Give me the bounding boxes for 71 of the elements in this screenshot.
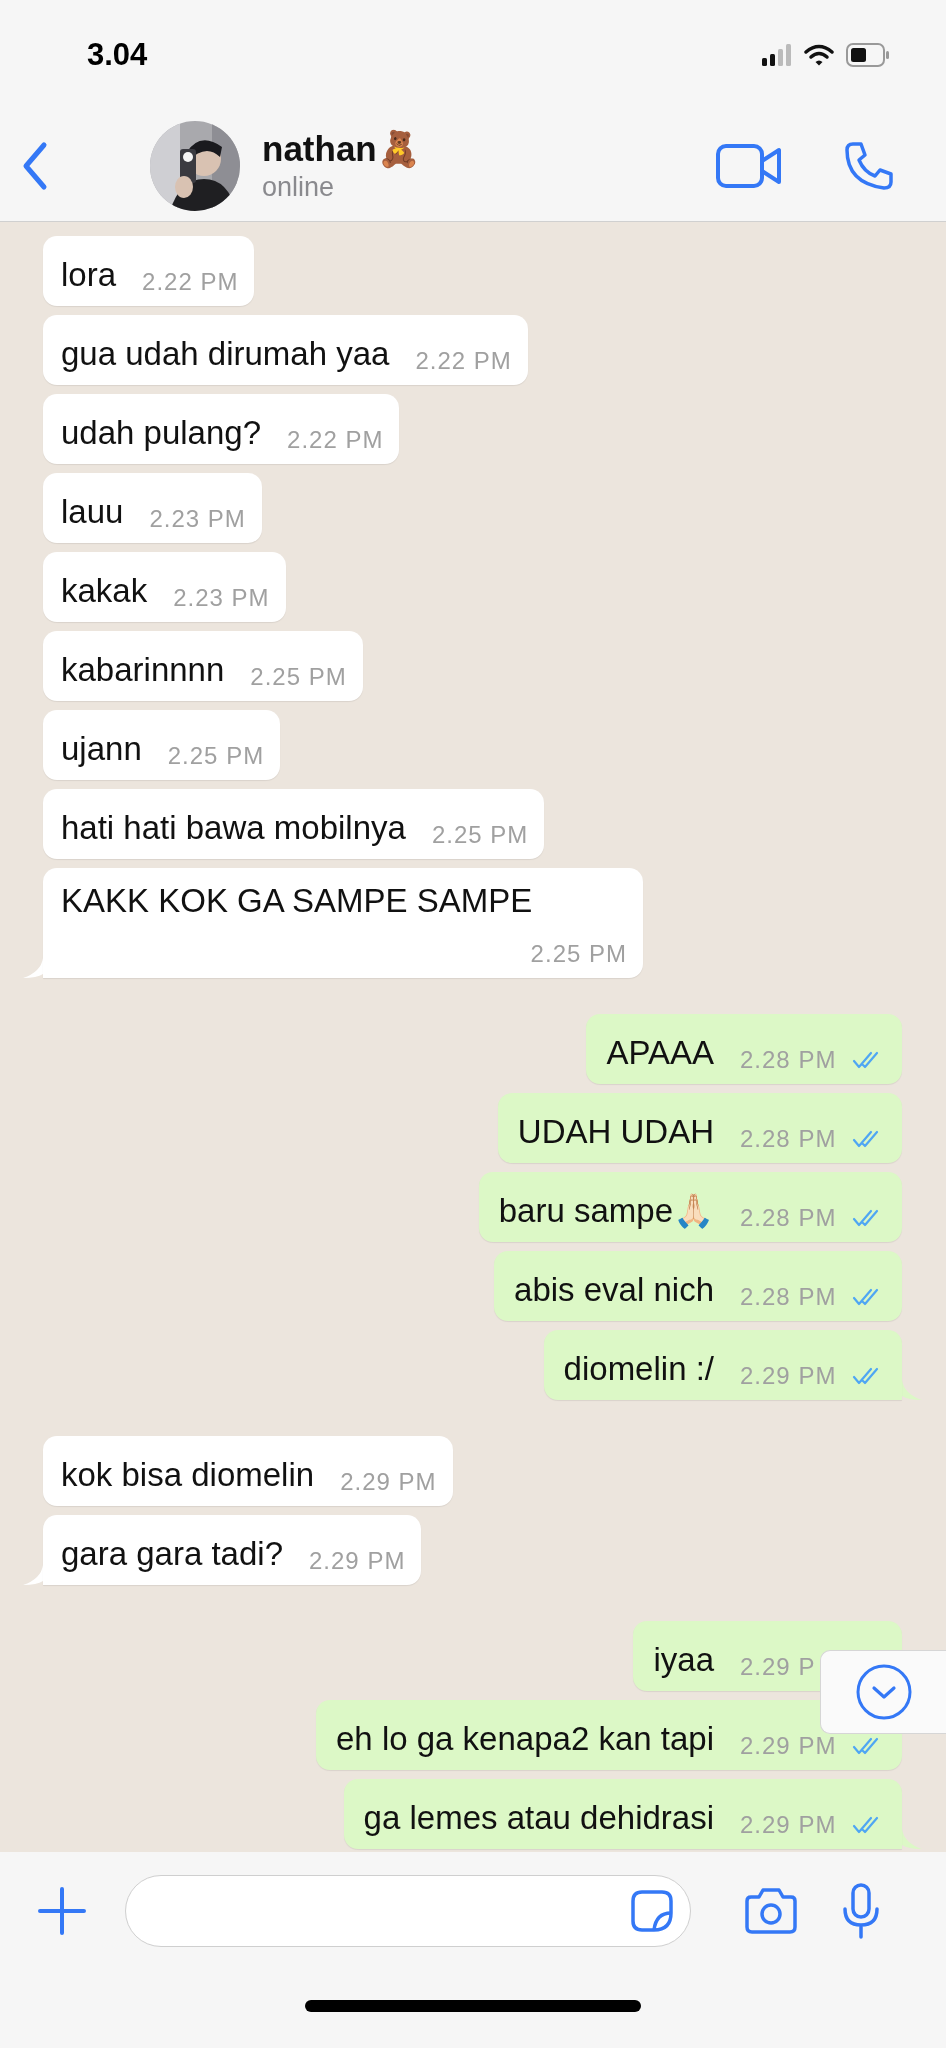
message-text: eh lo ga kenapa2 kan tapi	[336, 1719, 714, 1759]
message-time: 2.22 PM	[415, 347, 512, 375]
message-time: 2.25 PM	[250, 663, 347, 691]
message-time: 2.28 PM	[740, 1125, 838, 1153]
message-text: kakak	[61, 571, 148, 611]
scroll-down-overlay[interactable]	[820, 1650, 946, 1734]
message-time: 2.29 PM	[740, 1732, 838, 1760]
message-bubble[interactable]: ujann 2.25 PM	[43, 710, 281, 780]
message-text: lora	[61, 255, 117, 295]
contact-status: online	[262, 171, 336, 203]
message-time: 2.25 PM	[167, 742, 265, 770]
phone-call-icon[interactable]	[844, 140, 894, 191]
message-bubble[interactable]: UDAH UDAH 2.28 PM	[497, 1093, 902, 1163]
message-text: diomelin :/	[563, 1349, 714, 1389]
message-bubble[interactable]: diomelin :/ 2.29 PM	[543, 1330, 902, 1400]
message-text: iyaa	[653, 1640, 714, 1680]
message-time: 2.23 PM	[173, 584, 270, 612]
message-bubble[interactable]: kok bisa diomelin 2.29 PM	[43, 1436, 453, 1506]
message-bubble[interactable]: gara gara tadi? 2.29 PM	[43, 1515, 422, 1585]
message-text: gara gara tadi?	[61, 1534, 283, 1574]
message-text: hati hati bawa mobilnya	[61, 808, 406, 848]
message-bubble[interactable]: kabarinnnn 2.25 PM	[43, 631, 363, 701]
message-bubble[interactable]: baru sampe🙏🏻 2.28 PM	[478, 1172, 902, 1242]
message-time: 2.28 PM	[740, 1283, 838, 1311]
message-text: udah pulang?	[61, 413, 262, 453]
message-text: APAAA	[606, 1033, 714, 1073]
message-bubble[interactable]: gua udah dirumah yaa 2.22 PM	[43, 315, 528, 385]
message-time: 2.25 PM	[530, 940, 627, 968]
message-text: UDAH UDAH	[517, 1112, 714, 1152]
message-time: 2.28 PM	[740, 1204, 838, 1232]
message-text: abis eval nich	[514, 1270, 714, 1310]
message-bubble[interactable]: APAAA 2.28 PM	[586, 1014, 902, 1084]
message-time: 2.22 PM	[287, 426, 384, 454]
message-text: kabarinnnn	[61, 650, 225, 690]
status-time: 3.04	[87, 37, 148, 73]
message-bubble[interactable]: lauu 2.23 PM	[43, 473, 262, 543]
signal-icon	[762, 44, 792, 66]
message-time: 2.29 PM	[309, 1547, 406, 1575]
message-text: lauu	[61, 492, 124, 532]
message-time: 2.28 PM	[740, 1046, 838, 1074]
message-time: 2.22 PM	[142, 268, 239, 296]
message-text: KAKK KOK GA SAMPE SAMPE	[61, 881, 534, 921]
message-bubble[interactable]: hati hati bawa mobilnya 2.25 PM	[43, 789, 545, 859]
message-bubble[interactable]: ga lemes atau dehidrasi 2.29 PM	[343, 1779, 902, 1849]
message-text: ga lemes atau dehidrasi	[363, 1798, 714, 1838]
plus-icon[interactable]	[37, 1886, 87, 1936]
message-bubble[interactable]: KAKK KOK GA SAMPE SAMPE 2.25 PM	[43, 868, 643, 978]
back-icon[interactable]	[22, 140, 48, 191]
battery-icon	[846, 43, 890, 67]
message-bubble[interactable]: eh lo ga kenapa2 kan tapi 2.29 PM	[316, 1700, 902, 1770]
message-time: 2.25 PM	[431, 821, 529, 849]
message-time: 2.29 PM	[740, 1362, 838, 1390]
microphone-icon[interactable]	[841, 1883, 881, 1939]
sticker-icon[interactable]	[630, 1889, 674, 1933]
message-bubble[interactable]: kakak 2.23 PM	[43, 552, 286, 622]
message-text: baru sampe🙏🏻	[498, 1191, 714, 1231]
message-time: 2.23 PM	[149, 505, 246, 533]
message-text: ujann	[61, 729, 142, 769]
message-text: kok bisa diomelin	[61, 1455, 315, 1495]
message-bubble[interactable]: udah pulang? 2.22 PM	[43, 394, 400, 464]
chevron-down-icon	[854, 1663, 913, 1721]
video-call-icon[interactable]	[716, 143, 782, 188]
camera-icon[interactable]	[743, 1887, 799, 1935]
wifi-icon	[804, 44, 834, 66]
contact-name[interactable]: nathan🧸	[262, 128, 716, 170]
message-time: 2.29 PM	[340, 1468, 437, 1496]
message-bubble[interactable]: abis eval nich 2.28 PM	[494, 1251, 902, 1321]
message-text: gua udah dirumah yaa	[61, 334, 390, 374]
message-time: 2.29 P	[740, 1653, 817, 1681]
message-bubble[interactable]: lora 2.22 PM	[43, 236, 255, 306]
message-time: 2.29 PM	[740, 1811, 838, 1839]
